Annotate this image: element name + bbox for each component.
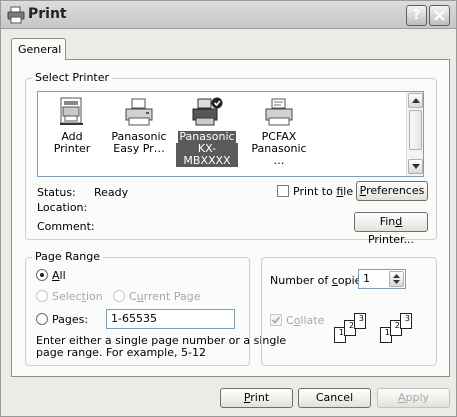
copies-label-pre: Number of: [270, 274, 332, 287]
radio-pages-post: es:: [71, 313, 89, 326]
preferences-button[interactable]: Preferences: [356, 181, 428, 201]
status-value: Ready: [94, 186, 129, 199]
collate-label-pre: C: [286, 314, 294, 327]
select-printer-legend: Select Printer: [32, 71, 113, 84]
find-printer-accel: d: [395, 215, 403, 228]
radio-all-accel: A: [52, 269, 60, 282]
printer-item-label: Add Printer: [53, 130, 91, 155]
general-tab-panel: Select Printer Add Printer Panasonic Eas…: [11, 59, 450, 377]
apply-accel: A: [397, 391, 406, 404]
close-icon: [434, 10, 445, 21]
radio-current-pre: C: [129, 290, 137, 303]
radio-pages-pre: Pa: [52, 313, 65, 326]
cancel-label: Cancel: [315, 391, 354, 404]
chevron-down-icon: [411, 164, 420, 169]
apply-button[interactable]: Apply: [377, 388, 450, 408]
printer-item-add-printer[interactable]: Add Printer: [41, 96, 103, 155]
printer-item-label-line2: Easy Pr…: [113, 142, 165, 155]
page-icon: 3: [400, 313, 412, 329]
printer-title-icon: [7, 6, 25, 24]
printer-item-panasonic-kx[interactable]: Panasonic KX-MBXXXX: [176, 96, 238, 167]
comment-label: Comment:: [37, 220, 95, 233]
title-bar[interactable]: Print ?: [1, 1, 456, 29]
radio-pages[interactable]: Pages:: [36, 313, 88, 326]
cancel-button[interactable]: Cancel: [298, 388, 371, 408]
page-icon: 3: [354, 313, 366, 329]
copies-spin-buttons[interactable]: [389, 271, 404, 287]
copies-spinner[interactable]: 1: [358, 269, 406, 289]
printer-list-scrollbar[interactable]: [406, 92, 423, 176]
close-button[interactable]: [429, 5, 450, 26]
printer-list[interactable]: Add Printer Panasonic Easy Pr… Panasonic…: [37, 91, 424, 177]
print-to-file-label-pre: Print to: [293, 185, 337, 198]
print-to-file-checkbox[interactable]: Print to file: [277, 185, 353, 198]
radio-pages-accel: g: [64, 313, 72, 326]
uncollated-pages-illustration: 1 2 3: [380, 313, 432, 343]
print-to-file-label-post: ile: [343, 185, 354, 198]
print-dialog: Print ? General Select Printer Add Print…: [0, 0, 457, 417]
radio-current-post: rrent Page: [143, 290, 201, 303]
scroll-up-button[interactable]: [408, 93, 423, 108]
checkmark-icon: [271, 316, 281, 324]
location-label: Location:: [37, 201, 88, 214]
radio-circle[interactable]: [113, 290, 125, 302]
apply-label: pply: [405, 391, 430, 404]
radio-selection-post: ion: [85, 290, 103, 303]
print-label: rint: [250, 391, 270, 404]
collate-checkbox[interactable]: Collate: [270, 314, 324, 327]
radio-current-accel: u: [136, 290, 144, 303]
fax-printer-icon: [265, 98, 293, 126]
scroll-down-button[interactable]: [408, 159, 423, 174]
page-range-hint-line2: page range. For example, 5-12: [36, 346, 206, 359]
printer-item-pcfax[interactable]: PCFAX Panasonic …: [248, 96, 310, 167]
copies-label: Number of copies:: [270, 274, 371, 287]
help-button[interactable]: ?: [406, 5, 427, 26]
radio-circle[interactable]: [36, 313, 48, 325]
printer-item-label-line2: Panasonic …: [251, 142, 307, 167]
pages-input[interactable]: 1-65535: [106, 309, 235, 329]
preferences-label: references: [366, 184, 425, 197]
select-printer-group: Select Printer Add Printer Panasonic Eas…: [25, 71, 437, 246]
spin-up-down-icon: [393, 274, 400, 284]
find-printer-button[interactable]: Find Printer...: [354, 212, 428, 246]
add-printer-icon: [60, 97, 83, 125]
status-label: Status:: [37, 186, 76, 199]
radio-all[interactable]: All: [36, 269, 66, 282]
checkbox-box[interactable]: [270, 314, 282, 326]
radio-selection[interactable]: Selection: [36, 290, 103, 303]
copies-group: Number of copies: 1 Collate 1 2 3 1 2 3: [261, 257, 437, 366]
default-printer-icon: [192, 97, 223, 126]
window-title: Print: [28, 6, 67, 22]
print-button[interactable]: Print: [220, 388, 293, 408]
page-range-group: Page Range All Selection Current Page Pa…: [25, 250, 286, 366]
radio-circle[interactable]: [36, 290, 48, 302]
chevron-up-icon: [411, 98, 420, 103]
tab-general[interactable]: General: [11, 38, 66, 60]
copies-value: 1: [363, 272, 370, 285]
question-mark-icon: ?: [412, 8, 421, 23]
collated-pages-illustration: 1 2 3: [334, 313, 386, 343]
page-range-legend: Page Range: [32, 250, 103, 263]
printer-item-label-line2: KX-MBXXXX: [176, 143, 238, 167]
radio-current-page[interactable]: Current Page: [113, 290, 200, 303]
find-printer-label-post: Printer...: [367, 233, 415, 246]
radio-selection-pre: Selec: [52, 290, 82, 303]
tab-general-label: General: [18, 43, 62, 56]
radio-all-label: ll: [59, 269, 66, 282]
printer-item-panasonic-easy[interactable]: Panasonic Easy Pr…: [108, 96, 170, 155]
scroll-thumb[interactable]: [409, 110, 422, 150]
checkbox-box[interactable]: [277, 185, 289, 197]
printer-icon: [125, 98, 153, 126]
find-printer-label-pre: Fin: [379, 215, 396, 228]
collate-label-post: llate: [300, 314, 325, 327]
radio-circle[interactable]: [36, 269, 48, 281]
